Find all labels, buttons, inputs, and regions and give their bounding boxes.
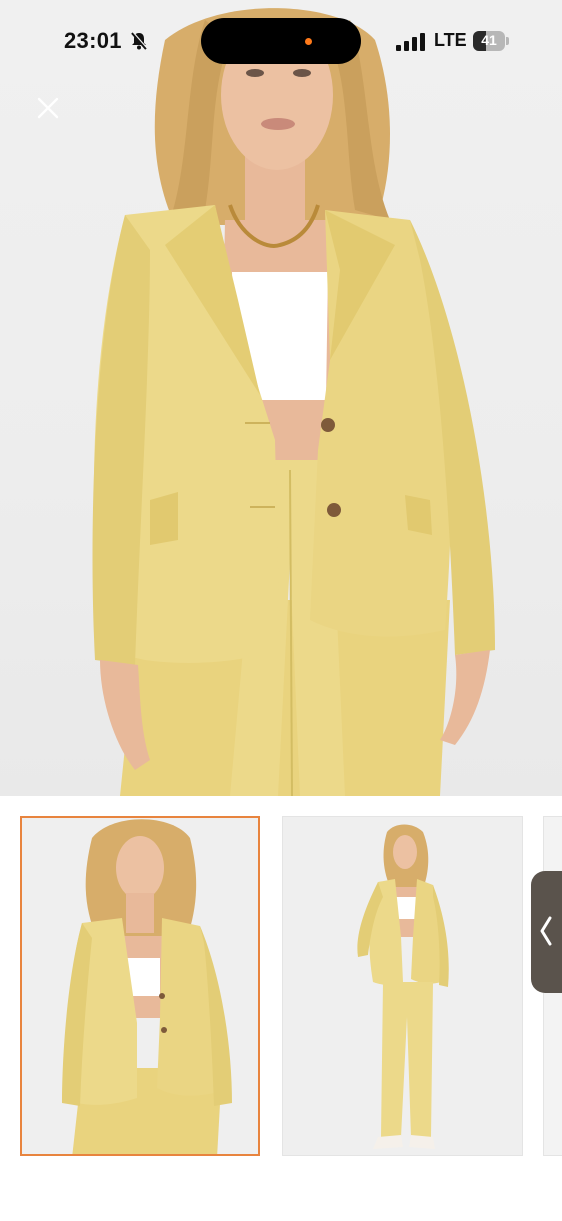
- side-panel-handle[interactable]: [531, 871, 562, 993]
- thumbnail-upper-body-image: [22, 818, 258, 1154]
- battery-level: 41: [481, 32, 497, 48]
- product-hero-image[interactable]: [0, 0, 562, 796]
- thumbnail-gallery: [0, 796, 562, 1221]
- bell-slash-icon: [131, 31, 148, 50]
- thumbnail-full-body-image: [283, 817, 522, 1155]
- recording-indicator-dot: [305, 38, 312, 45]
- cellular-signal-icon: [396, 33, 425, 51]
- status-time: 23:01: [64, 28, 122, 53]
- close-icon: [37, 97, 59, 119]
- thumbnail-1[interactable]: [20, 816, 260, 1156]
- status-bar: 23:01 LTE 41: [0, 0, 562, 84]
- thumbnail-2[interactable]: [282, 816, 523, 1156]
- model-wearing-yellow-suit-illustration: [92, 8, 495, 796]
- chevron-left-icon: [540, 916, 552, 946]
- dynamic-island: [201, 18, 361, 64]
- close-button[interactable]: [30, 90, 66, 126]
- battery-icon: 41: [473, 31, 509, 51]
- network-type: LTE: [434, 30, 467, 50]
